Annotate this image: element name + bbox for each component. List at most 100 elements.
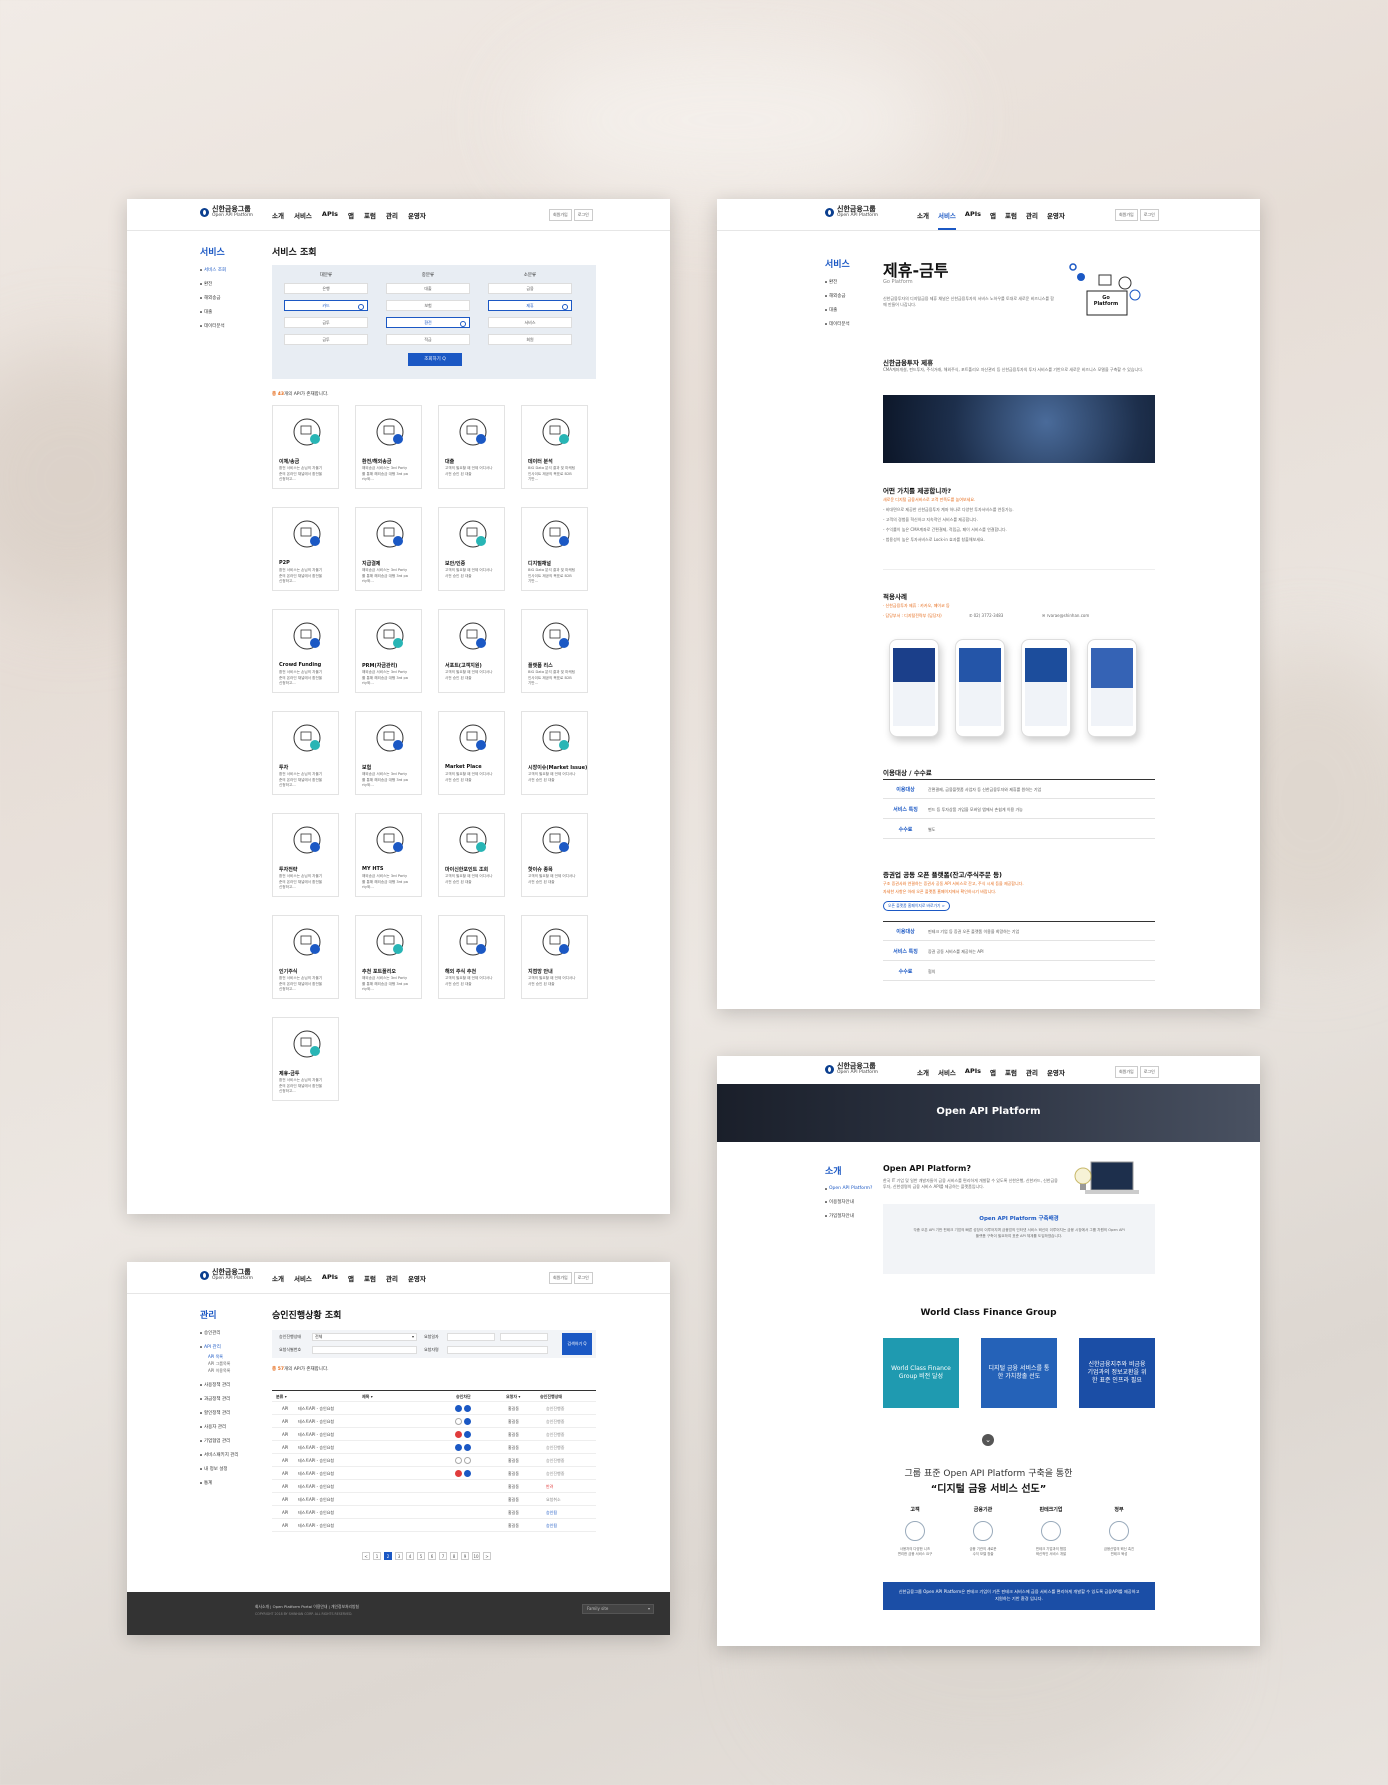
filter-option[interactable]: 은행 <box>284 283 368 294</box>
table-row[interactable]: API 테스트API - 승인요청 홍길동 승인진행중 <box>272 1416 596 1428</box>
signup-button[interactable]: 회원가입 <box>1115 209 1138 221</box>
sidebar-item[interactable]: API 관리 <box>200 1344 239 1350</box>
nav-item-active[interactable]: 서비스 <box>937 210 956 230</box>
nav-item[interactable]: 운영자 <box>1047 1067 1065 1077</box>
filter-option[interactable]: 금투 <box>284 317 368 328</box>
login-button[interactable]: 로그인 <box>1139 1066 1159 1078</box>
nav-item[interactable]: 운영자 <box>1047 210 1065 230</box>
login-button[interactable]: 로그인 <box>573 209 593 221</box>
row-title[interactable]: 테스트API - 승인요청 <box>298 1432 334 1438</box>
nav-item[interactable]: 관리 <box>1026 1067 1038 1077</box>
service-card[interactable]: 투자 환전 서비스는 손님의 자율기 준의 온라인 채널에서 환전을 신청하고..… <box>272 711 339 795</box>
service-card[interactable]: Market Place 고객의 필요할 때 언제 어디서나 사전 승인 된 대출 <box>438 711 505 795</box>
table-row[interactable]: API 테스트API - 승인요청 홍길동 승인됨 <box>272 1520 596 1532</box>
page-button[interactable]: 2 <box>384 1552 392 1560</box>
nav-item[interactable]: 관리 <box>386 210 398 220</box>
table-row[interactable]: API 테스트API - 승인요청 홍길동 승인진행중 <box>272 1442 596 1454</box>
sidebar-item[interactable]: 대출 <box>200 309 226 315</box>
chevron-down-icon[interactable]: ⌄ <box>982 1434 994 1446</box>
request-no-input[interactable] <box>312 1346 417 1354</box>
service-card[interactable]: 이체/송금 환전 서비스는 손님의 자율기 준의 온라인 채널에서 환전을 신청하… <box>272 405 339 489</box>
nav-item[interactable]: 앱 <box>348 210 354 220</box>
sidebar-item[interactable]: 승인관리 <box>200 1330 239 1336</box>
nav-item[interactable]: 소개 <box>917 1067 929 1077</box>
page-button[interactable]: 6 <box>428 1552 436 1560</box>
table-row[interactable]: API 테스트API - 승인요청 홍길동 승인진행중 <box>272 1468 596 1480</box>
service-card[interactable]: 해외 주식 추천 고객의 필요할 때 언제 어디서나 사전 승인 된 대출 <box>438 915 505 999</box>
sidebar-item[interactable]: 과금정책 관리 <box>200 1396 239 1402</box>
nav-item[interactable]: 앱 <box>348 1273 354 1283</box>
service-card[interactable]: PRM(자금관리) 해외송금 서비스는 3rd Party 를 통해 해외송금 대… <box>355 609 422 693</box>
sidebar-item[interactable]: 기업협업 관리 <box>200 1438 239 1444</box>
sidebar-subitem[interactable]: API 목록 <box>208 1354 239 1360</box>
page-button[interactable]: 5 <box>417 1552 425 1560</box>
service-card[interactable]: 대출 고객의 필요할 때 언제 어디서나 사전 승인 된 대출 <box>438 405 505 489</box>
nav-item[interactable]: APIs <box>965 1067 981 1077</box>
table-row[interactable]: API 테스트API - 승인요청 홍길동 승인진행중 <box>272 1403 596 1415</box>
filter-option[interactable]: 카드 <box>284 300 368 311</box>
logo[interactable]: 신한금융그룹 Open API Platform <box>200 206 253 219</box>
row-title[interactable]: 테스트API - 승인요청 <box>298 1458 334 1464</box>
end-date-input[interactable] <box>500 1333 548 1341</box>
nav-item[interactable]: 소개 <box>917 210 929 230</box>
service-card[interactable]: 추천 포트폴리오 해외송금 서비스는 3rd Party 를 통해 해외송금 대행… <box>355 915 422 999</box>
column-header[interactable]: 요청자 ▾ <box>506 1394 520 1400</box>
nav-item[interactable]: 앱 <box>990 210 996 230</box>
service-card[interactable]: 서포트(고객지원) 고객의 필요할 때 언제 어디서나 사전 승인 된 대출 <box>438 609 505 693</box>
page-button[interactable]: 8 <box>450 1552 458 1560</box>
column-header[interactable]: 승인차단 <box>456 1394 471 1400</box>
table-row[interactable]: API 테스트API - 승인요청 홍길동 반려 <box>272 1481 596 1493</box>
service-card[interactable]: 지급결제 해외송금 서비스는 3rd Party 를 통해 해외송금 대행 3rd… <box>355 507 422 591</box>
state-select[interactable]: 전체 ▾ <box>312 1333 417 1341</box>
nav-item[interactable]: 관리 <box>386 1273 398 1283</box>
sidebar-item[interactable]: 서비스 조회 <box>200 267 226 273</box>
open-platform-link[interactable]: 오픈 플랫폼 홈페이지로 바로가기 > <box>883 901 950 911</box>
family-site-select[interactable]: Family site ▾ <box>582 1604 654 1614</box>
nav-item[interactable]: 포럼 <box>364 210 376 220</box>
row-title[interactable]: 테스트API - 승인요청 <box>298 1419 334 1425</box>
search-button[interactable]: 검색하기 Q <box>562 1333 592 1355</box>
page-button[interactable]: < <box>362 1552 370 1560</box>
nav-item[interactable]: 관리 <box>1026 210 1038 230</box>
contact-mail[interactable]: ✉ rvarae@shinhan.com <box>1042 613 1089 619</box>
start-date-input[interactable] <box>447 1333 495 1341</box>
nav-item[interactable]: 운영자 <box>408 1273 426 1283</box>
nav-item[interactable]: 포럼 <box>364 1273 376 1283</box>
nav-item[interactable]: 서비스 <box>294 210 312 220</box>
filter-option[interactable]: 서비스 <box>488 317 572 328</box>
table-row[interactable]: API 테스트API - 승인요청 홍길동 승인됨 <box>272 1507 596 1519</box>
service-card[interactable]: 보안/인증 고객의 필요할 때 언제 어디서나 사전 승인 된 대출 <box>438 507 505 591</box>
logo[interactable]: 신한금융그룹 Open API Platform <box>825 206 878 219</box>
sidebar-item[interactable]: 가입절차안내 <box>825 1213 872 1219</box>
column-header[interactable]: 승인진행상태 <box>540 1394 562 1400</box>
requester-input[interactable] <box>447 1346 548 1354</box>
service-card[interactable]: 마이신한포인트 조회 고객의 필요할 때 언제 어디서나 사전 승인 된 대출 <box>438 813 505 897</box>
page-button[interactable]: 4 <box>406 1552 414 1560</box>
service-card[interactable]: 지점망 안내 고객의 필요할 때 언제 어디서나 사전 승인 된 대출 <box>521 915 588 999</box>
sidebar-subitem[interactable]: API 그룹목록 <box>208 1361 239 1367</box>
nav-item[interactable]: APIs <box>322 1273 338 1283</box>
signup-button[interactable]: 회원가입 <box>549 209 572 221</box>
service-card[interactable]: 환전/해외송금 해외송금 서비스는 3rd Party 를 통해 해외송금 대행 … <box>355 405 422 489</box>
sidebar-item[interactable]: 사용정책 관리 <box>200 1382 239 1388</box>
filter-option[interactable]: 금융 <box>488 283 572 294</box>
nav-item[interactable]: 서비스 <box>938 1067 956 1077</box>
page-button[interactable]: 3 <box>395 1552 403 1560</box>
column-header[interactable]: 제목 ▾ <box>362 1394 373 1400</box>
sidebar-item[interactable]: 이용절차안내 <box>825 1199 872 1205</box>
logo[interactable]: 신한금융그룹 Open API Platform <box>200 1269 253 1282</box>
signup-button[interactable]: 회원가입 <box>1115 1066 1138 1078</box>
service-card[interactable]: 플랫폼 리스 BIG Data 분석 결과 및 마케팅 인사이트 제공의 목표로 … <box>521 609 588 693</box>
sidebar-item[interactable]: 해외송금 <box>825 293 850 299</box>
filter-option[interactable]: 대출 <box>386 283 470 294</box>
column-header[interactable]: 분류 ▾ <box>276 1394 287 1400</box>
sidebar-item[interactable]: 사용자 관리 <box>200 1424 239 1430</box>
service-card[interactable]: 보험 해외송금 서비스는 3rd Party 를 통해 해외송금 대행 3rd p… <box>355 711 422 795</box>
sidebar-item[interactable]: 데이터분석 <box>200 323 226 329</box>
search-button[interactable]: 조회하기 Q <box>408 353 462 366</box>
service-card[interactable]: P2P 환전 서비스는 손님의 자율기 준의 온라인 채널에서 환전을 신청하고.… <box>272 507 339 591</box>
login-button[interactable]: 로그인 <box>1139 209 1159 221</box>
sidebar-item[interactable]: 대출 <box>825 307 850 313</box>
nav-item[interactable]: 소개 <box>272 1273 284 1283</box>
nav-item[interactable]: 포럼 <box>1005 210 1017 230</box>
